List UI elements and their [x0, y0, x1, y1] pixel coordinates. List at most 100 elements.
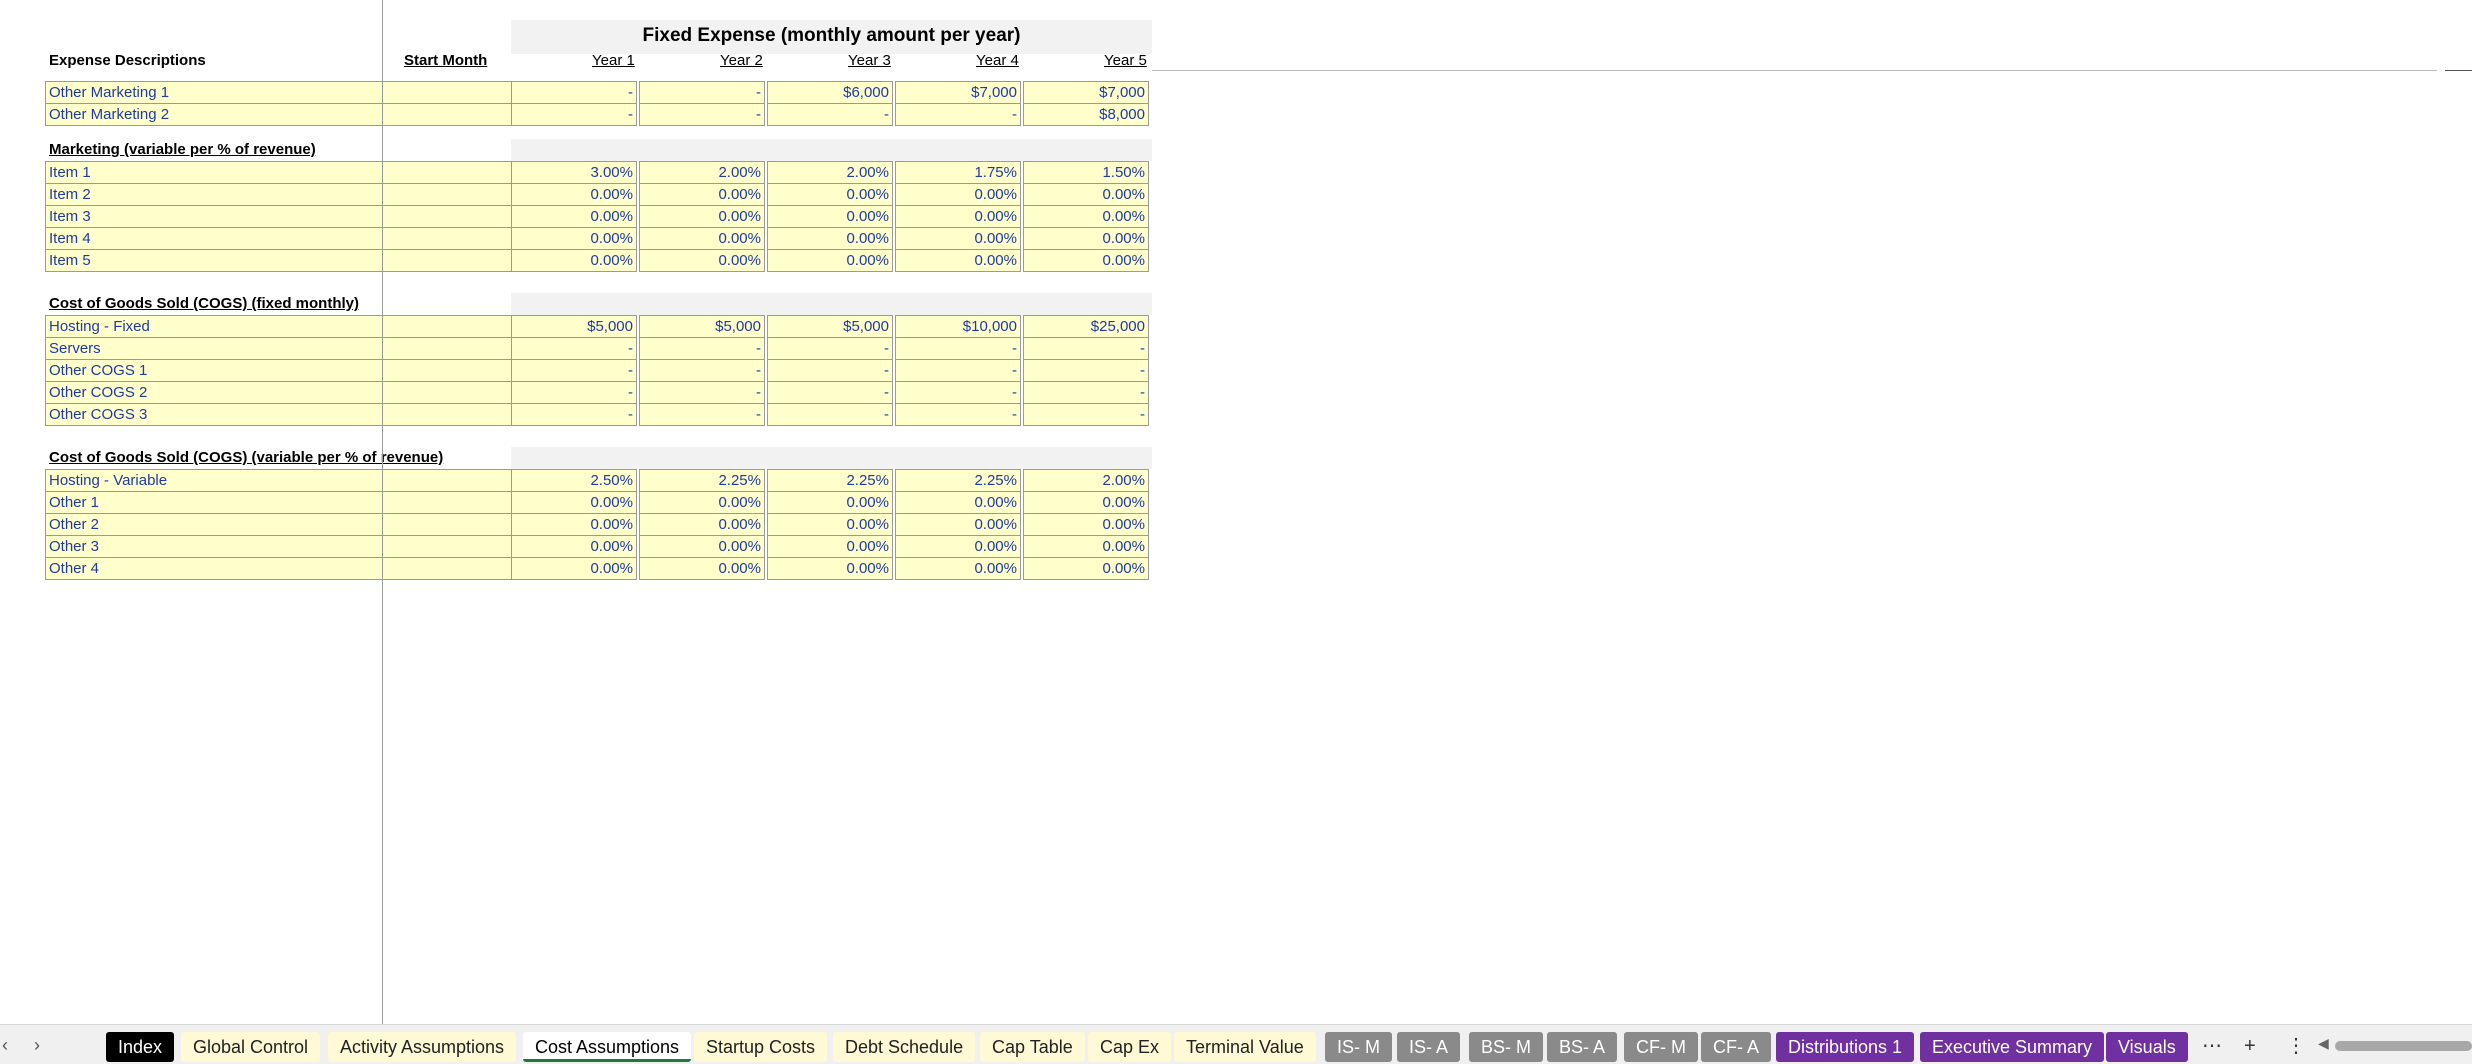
year-5-value-cell[interactable]: 0.00%	[1023, 205, 1149, 228]
year-4-value-cell[interactable]: 1.75%	[895, 161, 1021, 184]
tab-is-a[interactable]: IS- A	[1397, 1032, 1461, 1062]
year-5-value-cell[interactable]: 0.00%	[1023, 249, 1149, 272]
tab-bs-a[interactable]: BS- A	[1547, 1032, 1618, 1062]
year-3-value-cell[interactable]: 0.00%	[767, 183, 893, 206]
year-5-value-cell[interactable]: 0.00%	[1023, 513, 1149, 536]
year-3-value-cell[interactable]: -	[767, 403, 893, 426]
year-5-value-cell[interactable]: $25,000	[1023, 315, 1149, 338]
expense-description-cell[interactable]: Item 4	[45, 227, 515, 250]
year-3-value-cell[interactable]: -	[767, 381, 893, 404]
year-3-value-cell[interactable]: 0.00%	[767, 227, 893, 250]
year-2-value-cell[interactable]: 0.00%	[639, 183, 765, 206]
tab-activity-assumptions[interactable]: Activity Assumptions	[328, 1032, 517, 1062]
year-1-value-cell[interactable]: -	[511, 81, 637, 104]
year-3-value-cell[interactable]: 2.00%	[767, 161, 893, 184]
expense-description-cell[interactable]: Other 4	[45, 557, 515, 580]
year-4-value-cell[interactable]: 0.00%	[895, 205, 1021, 228]
year-4-value-cell[interactable]: 0.00%	[895, 491, 1021, 514]
year-1-value-cell[interactable]: 0.00%	[511, 513, 637, 536]
year-2-value-cell[interactable]: 0.00%	[639, 249, 765, 272]
tab-terminal-value[interactable]: Terminal Value	[1174, 1032, 1316, 1062]
year-2-value-cell[interactable]: -	[639, 103, 765, 126]
year-5-value-cell[interactable]: 0.00%	[1023, 557, 1149, 580]
year-1-value-cell[interactable]: 0.00%	[511, 227, 637, 250]
year-1-value-cell[interactable]: -	[511, 381, 637, 404]
year-4-value-cell[interactable]: -	[895, 381, 1021, 404]
year-5-value-cell[interactable]: -	[1023, 337, 1149, 360]
year-1-value-cell[interactable]: $5,000	[511, 315, 637, 338]
expense-description-cell[interactable]: Other COGS 1	[45, 359, 515, 382]
year-1-value-cell[interactable]: 3.00%	[511, 161, 637, 184]
year-1-value-cell[interactable]: 0.00%	[511, 491, 637, 514]
year-4-value-cell[interactable]: -	[895, 359, 1021, 382]
year-3-value-cell[interactable]: 0.00%	[767, 249, 893, 272]
year-2-value-cell[interactable]: 0.00%	[639, 491, 765, 514]
year-2-value-cell[interactable]: -	[639, 381, 765, 404]
year-3-value-cell[interactable]: -	[767, 103, 893, 126]
expense-description-cell[interactable]: Item 1	[45, 161, 515, 184]
spreadsheet-grid[interactable]: Fixed Expense (monthly amount per year) …	[0, 0, 2472, 1024]
expense-description-cell[interactable]: Item 3	[45, 205, 515, 228]
year-3-value-cell[interactable]: 0.00%	[767, 557, 893, 580]
year-3-value-cell[interactable]: -	[767, 359, 893, 382]
year-1-value-cell[interactable]: -	[511, 359, 637, 382]
year-4-value-cell[interactable]: 2.25%	[895, 469, 1021, 492]
expense-description-cell[interactable]: Servers	[45, 337, 515, 360]
year-2-value-cell[interactable]: 0.00%	[639, 513, 765, 536]
year-2-value-cell[interactable]: -	[639, 403, 765, 426]
year-4-value-cell[interactable]: $10,000	[895, 315, 1021, 338]
year-5-value-cell[interactable]: $8,000	[1023, 103, 1149, 126]
sheet-options-icon[interactable]: ⋮	[2286, 1033, 2306, 1059]
expense-description-cell[interactable]: Other Marketing 2	[45, 103, 515, 126]
tab-cf-a[interactable]: CF- A	[1701, 1032, 1772, 1062]
year-1-value-cell[interactable]: 0.00%	[511, 183, 637, 206]
year-1-value-cell[interactable]: -	[511, 103, 637, 126]
expense-description-cell[interactable]: Hosting - Variable	[45, 469, 515, 492]
year-5-value-cell[interactable]: 0.00%	[1023, 491, 1149, 514]
year-1-value-cell[interactable]: 0.00%	[511, 557, 637, 580]
tab-scroll-next-icon[interactable]: ›	[34, 1035, 40, 1055]
expense-description-cell[interactable]: Other COGS 2	[45, 381, 515, 404]
year-1-value-cell[interactable]: -	[511, 337, 637, 360]
more-sheets-icon[interactable]: ⋯	[2202, 1033, 2222, 1059]
year-5-value-cell[interactable]: 1.50%	[1023, 161, 1149, 184]
year-5-value-cell[interactable]: $7,000	[1023, 81, 1149, 104]
tab-cap-table[interactable]: Cap Table	[980, 1032, 1085, 1062]
year-5-value-cell[interactable]: 0.00%	[1023, 183, 1149, 206]
expense-description-cell[interactable]: Other COGS 3	[45, 403, 515, 426]
horizontal-scrollbar[interactable]	[2335, 1041, 2472, 1051]
year-1-value-cell[interactable]: 0.00%	[511, 535, 637, 558]
year-4-value-cell[interactable]: $7,000	[895, 81, 1021, 104]
year-3-value-cell[interactable]: 0.00%	[767, 535, 893, 558]
year-5-value-cell[interactable]: 0.00%	[1023, 535, 1149, 558]
year-2-value-cell[interactable]: 0.00%	[639, 227, 765, 250]
expense-description-cell[interactable]: Hosting - Fixed	[45, 315, 515, 338]
year-4-value-cell[interactable]: -	[895, 337, 1021, 360]
expense-description-cell[interactable]: Item 2	[45, 183, 515, 206]
year-3-value-cell[interactable]: $6,000	[767, 81, 893, 104]
add-sheet-icon[interactable]: +	[2244, 1033, 2256, 1059]
tab-cost-assumptions[interactable]: Cost Assumptions	[523, 1032, 692, 1062]
year-2-value-cell[interactable]: 0.00%	[639, 535, 765, 558]
tab-index[interactable]: Index	[106, 1032, 175, 1062]
year-2-value-cell[interactable]: 0.00%	[639, 557, 765, 580]
year-2-value-cell[interactable]: -	[639, 81, 765, 104]
tab-debt-schedule[interactable]: Debt Schedule	[833, 1032, 976, 1062]
year-3-value-cell[interactable]: 2.25%	[767, 469, 893, 492]
year-3-value-cell[interactable]: 0.00%	[767, 513, 893, 536]
year-1-value-cell[interactable]: 2.50%	[511, 469, 637, 492]
expense-description-cell[interactable]: Other Marketing 1	[45, 81, 515, 104]
year-3-value-cell[interactable]: 0.00%	[767, 491, 893, 514]
year-2-value-cell[interactable]: 2.00%	[639, 161, 765, 184]
tab-visuals[interactable]: Visuals	[2106, 1032, 2188, 1062]
scroll-left-icon[interactable]: ◀	[2318, 1035, 2329, 1052]
year-3-value-cell[interactable]: 0.00%	[767, 205, 893, 228]
tab-bs-m[interactable]: BS- M	[1469, 1032, 1544, 1062]
tab-scroll-prev-icon[interactable]: ‹	[2, 1035, 8, 1055]
year-5-value-cell[interactable]: -	[1023, 403, 1149, 426]
year-3-value-cell[interactable]: $5,000	[767, 315, 893, 338]
tab-is-m[interactable]: IS- M	[1325, 1032, 1392, 1062]
year-1-value-cell[interactable]: 0.00%	[511, 249, 637, 272]
expense-description-cell[interactable]: Other 2	[45, 513, 515, 536]
year-4-value-cell[interactable]: 0.00%	[895, 557, 1021, 580]
